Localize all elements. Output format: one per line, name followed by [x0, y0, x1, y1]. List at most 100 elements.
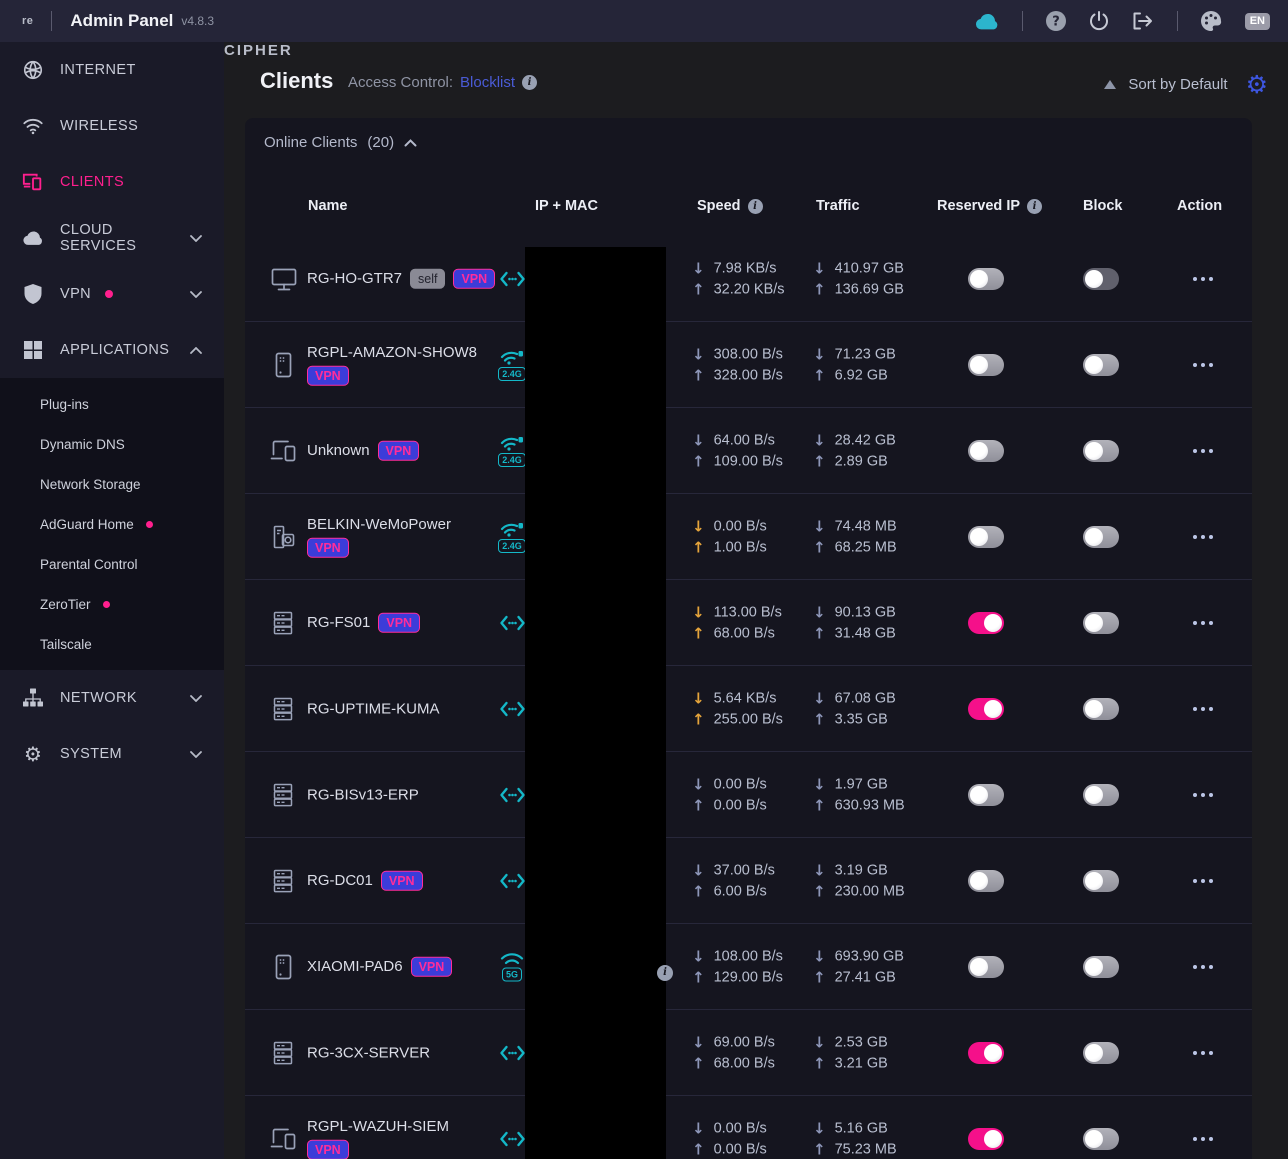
reserved-ip-toggle[interactable]: [968, 526, 1004, 548]
action-menu-button[interactable]: [1191, 959, 1215, 975]
action-menu-button[interactable]: [1191, 873, 1215, 889]
action-menu-button[interactable]: [1191, 443, 1215, 459]
action-menu-button[interactable]: [1191, 701, 1215, 717]
topbar-divider: [1022, 11, 1023, 31]
sidebar-item-vpn[interactable]: VPN: [0, 266, 224, 322]
speed-up-value: 0.00 B/s: [714, 1141, 767, 1157]
block-toggle[interactable]: [1083, 956, 1119, 978]
client-name: XIAOMI-PAD6: [307, 958, 403, 975]
toggle-knob: [970, 958, 988, 976]
arrow-down-icon: ↓: [813, 259, 826, 277]
action-menu-button[interactable]: [1191, 1045, 1215, 1061]
info-icon[interactable]: i: [748, 199, 763, 214]
sidebar-item-cloud-services[interactable]: CLOUD SERVICES: [0, 210, 224, 266]
action-menu-button[interactable]: [1191, 271, 1215, 287]
topbar-divider: [51, 11, 52, 31]
traffic-down: ↓71.23 GB: [813, 345, 896, 363]
section-title: Online Clients: [264, 134, 357, 151]
sort-direction-icon[interactable]: [1104, 80, 1116, 89]
block-toggle[interactable]: [1083, 698, 1119, 720]
traffic-down-value: 1.97 GB: [835, 776, 888, 792]
sidebar-item-label: WIRELESS: [60, 118, 138, 134]
block-toggle[interactable]: [1083, 1128, 1119, 1150]
info-icon[interactable]: i: [522, 75, 537, 90]
block-toggle[interactable]: [1083, 268, 1119, 290]
theme-palette-icon[interactable]: [1200, 10, 1223, 32]
sidebar-subitem-parental-control[interactable]: Parental Control: [0, 544, 224, 584]
sidebar-subitem-dynamic-dns[interactable]: Dynamic DNS: [0, 424, 224, 464]
sidebar-item-applications[interactable]: APPLICATIONS: [0, 322, 224, 378]
sidebar-item-internet[interactable]: INTERNET: [0, 42, 224, 98]
speed-cell: ↓64.00 B/s↑109.00 B/s: [692, 431, 783, 470]
cloud-status-icon[interactable]: [974, 12, 1000, 31]
sidebar-item-system[interactable]: ⚙SYSTEM: [0, 726, 224, 782]
sidebar-item-wireless[interactable]: WIRELESS: [0, 98, 224, 154]
help-icon[interactable]: ?: [1045, 10, 1067, 32]
col-name: Name: [308, 198, 348, 214]
action-menu-button[interactable]: [1191, 787, 1215, 803]
traffic-up: ↑136.69 GB: [813, 280, 904, 298]
sidebar-subitem-zerotier[interactable]: ZeroTier: [0, 584, 224, 624]
column-headers: Name IP + MAC Speedi Traffic Reserved IP…: [245, 188, 1252, 224]
reserved-ip-toggle[interactable]: [968, 440, 1004, 462]
speed-down: ↓108.00 B/s: [692, 947, 783, 965]
sidebar-subitem-label: Plug-ins: [40, 397, 89, 412]
block-toggle[interactable]: [1083, 1042, 1119, 1064]
logout-icon[interactable]: [1131, 11, 1155, 31]
language-selector[interactable]: EN: [1245, 13, 1270, 30]
traffic-cell: ↓67.08 GB↑3.35 GB: [813, 689, 896, 728]
traffic-up-value: 230.00 MB: [835, 883, 905, 899]
block-toggle[interactable]: [1083, 612, 1119, 634]
chevron-up-icon: [190, 347, 202, 354]
reserved-ip-toggle[interactable]: [968, 1042, 1004, 1064]
online-clients-section-toggle[interactable]: Online Clients (20): [264, 134, 417, 151]
block-toggle[interactable]: [1083, 354, 1119, 376]
speed-up-value: 1.00 B/s: [714, 539, 767, 555]
sidebar-subitem-plug-ins[interactable]: Plug-ins: [0, 384, 224, 424]
action-menu-button[interactable]: [1191, 1131, 1215, 1147]
access-control-link[interactable]: Blocklist: [460, 74, 515, 91]
speed-down-value: 37.00 B/s: [714, 862, 775, 878]
client-name-group: RGPL-AMAZON-SHOW8VPN: [307, 343, 497, 386]
sidebar-item-clients[interactable]: CLIENTS: [0, 154, 224, 210]
sidebar-subitem-tailscale[interactable]: Tailscale: [0, 624, 224, 664]
block-toggle[interactable]: [1083, 784, 1119, 806]
mac-info-icon[interactable]: i: [657, 962, 673, 981]
arrow-down-icon: ↓: [813, 1119, 826, 1137]
block-toggle[interactable]: [1083, 526, 1119, 548]
speed-up: ↑0.00 B/s: [692, 1140, 767, 1158]
client-name-group: XIAOMI-PAD6VPN: [307, 956, 497, 977]
sort-by-label[interactable]: Sort by Default: [1128, 76, 1227, 93]
sidebar-subitem-network-storage[interactable]: Network Storage: [0, 464, 224, 504]
reserved-ip-toggle[interactable]: [968, 354, 1004, 376]
reserved-ip-toggle[interactable]: [968, 784, 1004, 806]
traffic-cell: ↓90.13 GB↑31.48 GB: [813, 603, 896, 642]
power-icon[interactable]: [1089, 10, 1109, 32]
traffic-up: ↑3.35 GB: [813, 710, 896, 728]
action-menu-button[interactable]: [1191, 357, 1215, 373]
globe-icon: [22, 59, 44, 81]
block-toggle[interactable]: [1083, 440, 1119, 462]
action-menu-button[interactable]: [1191, 529, 1215, 545]
reserved-ip-toggle[interactable]: [968, 870, 1004, 892]
action-menu-button[interactable]: [1191, 615, 1215, 631]
traffic-down-value: 410.97 GB: [835, 260, 904, 276]
speed-cell: ↓308.00 B/s↑328.00 B/s: [692, 345, 783, 384]
traffic-up-value: 6.92 GB: [835, 367, 888, 383]
reserved-ip-toggle[interactable]: [968, 698, 1004, 720]
info-icon[interactable]: i: [1027, 199, 1042, 214]
sidebar-item-network[interactable]: NETWORK: [0, 670, 224, 726]
server-device-icon: [269, 867, 297, 895]
ethernet-connection-icon: [495, 270, 529, 287]
reserved-ip-toggle[interactable]: [968, 268, 1004, 290]
traffic-down: ↓3.19 GB: [813, 861, 905, 879]
reserved-ip-toggle[interactable]: [968, 1128, 1004, 1150]
block-toggle[interactable]: [1083, 870, 1119, 892]
arrow-up-icon: ↑: [692, 538, 705, 556]
client-name-group: UnknownVPN: [307, 440, 497, 461]
reserved-ip-toggle[interactable]: [968, 956, 1004, 978]
chevron-down-icon: [190, 751, 202, 758]
table-settings-gear-icon[interactable]: ⚙: [1246, 72, 1268, 97]
reserved-ip-toggle[interactable]: [968, 612, 1004, 634]
sidebar-subitem-adguard-home[interactable]: AdGuard Home: [0, 504, 224, 544]
